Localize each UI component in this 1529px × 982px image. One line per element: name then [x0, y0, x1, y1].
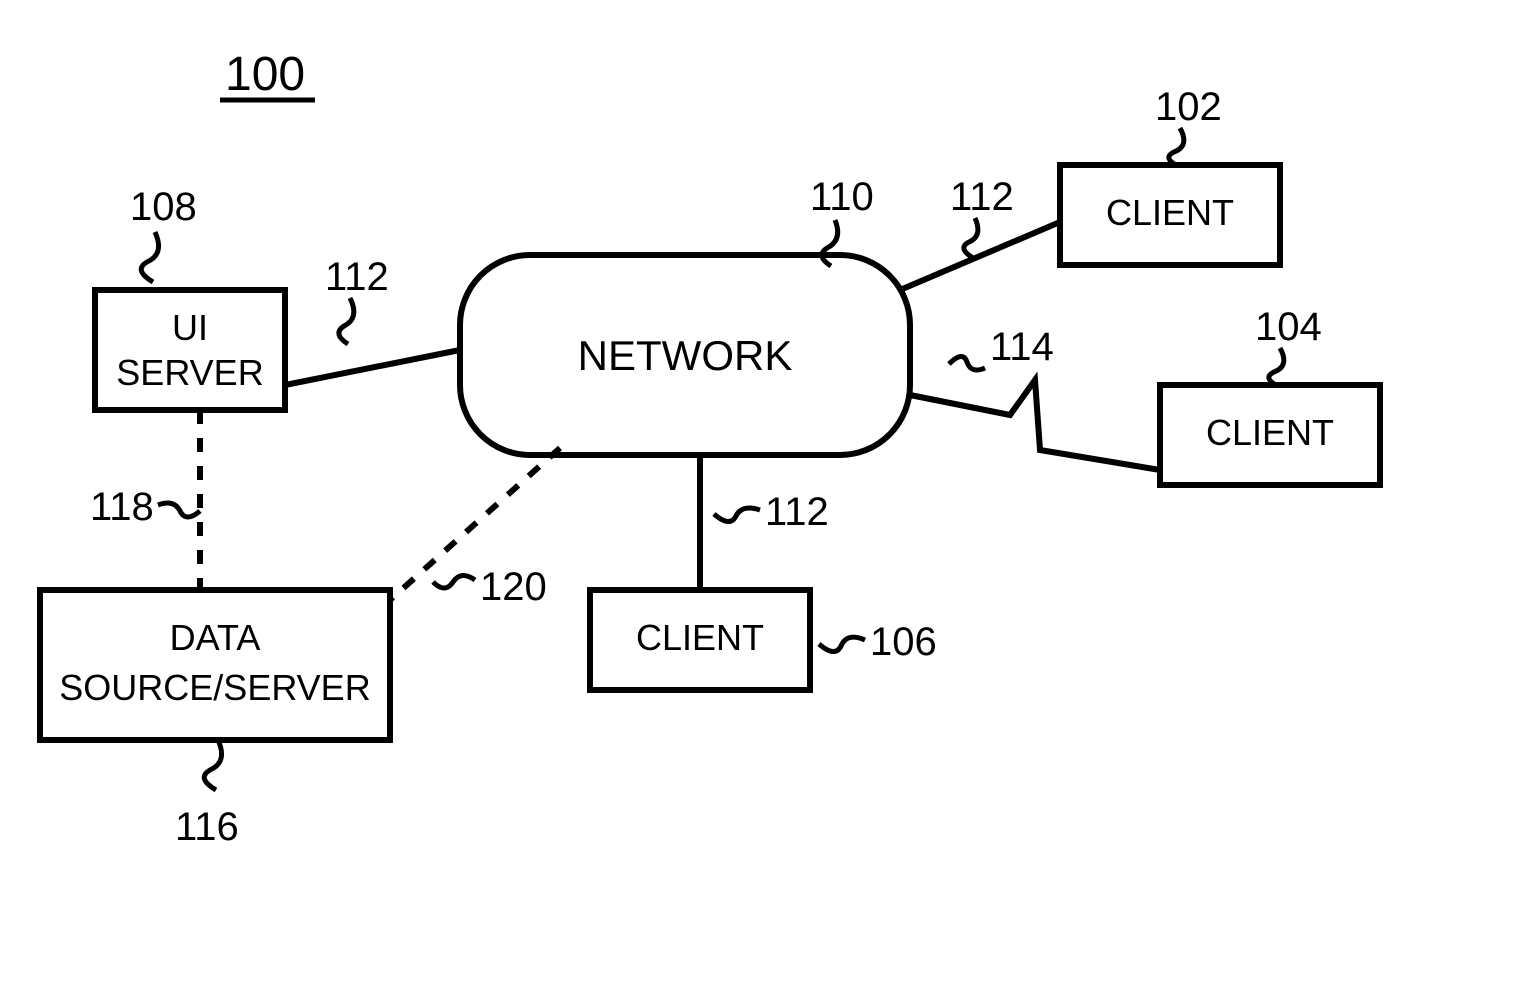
link-network-datasource-ref: 120 [480, 565, 547, 609]
ui-server-line2: SERVER [116, 352, 263, 393]
link-network-client-top-ref: 112 [950, 175, 1014, 219]
link-network-client-bottom-ref: 112 [765, 490, 829, 534]
data-source-box [40, 590, 390, 740]
link-network-client-bottom-ref-leader [714, 508, 760, 522]
data-source-ref: 116 [175, 805, 239, 849]
client-top-label: CLIENT [1106, 192, 1234, 233]
link-network-client-top-ref-leader [964, 218, 978, 258]
ui-server-ref-leader [141, 232, 158, 282]
client-top-ref: 102 [1155, 85, 1222, 129]
data-source-line2: SOURCE/SERVER [59, 667, 370, 708]
ui-server-line1: UI [172, 307, 208, 348]
link-network-client-right-ref-leader [949, 356, 985, 370]
link-ui-datasource-ref: 118 [90, 485, 154, 529]
link-ui-network-ref-leader [339, 298, 354, 344]
network-ref-leader [822, 220, 838, 266]
link-ui-datasource-ref-leader [158, 503, 200, 517]
link-network-client-right [910, 380, 1160, 470]
network-label: NETWORK [578, 332, 793, 379]
client-bottom-label: CLIENT [636, 617, 764, 658]
link-ui-network-ref: 112 [325, 255, 389, 299]
data-source-line1: DATA [170, 617, 261, 658]
client-bottom-ref: 106 [870, 620, 937, 664]
link-network-client-right-ref: 114 [990, 325, 1054, 369]
client-top-ref-leader [1169, 128, 1184, 166]
link-ui-network [285, 350, 460, 385]
network-ref: 110 [810, 175, 874, 219]
ui-server-ref: 108 [130, 185, 197, 229]
client-bottom-ref-leader [819, 637, 865, 651]
link-network-datasource-ref-leader [433, 575, 475, 588]
client-right-ref-leader [1269, 348, 1284, 386]
figure-number: 100 [225, 48, 305, 101]
client-right-label: CLIENT [1206, 412, 1334, 453]
data-source-ref-leader [204, 740, 221, 790]
client-right-ref: 104 [1255, 305, 1322, 349]
